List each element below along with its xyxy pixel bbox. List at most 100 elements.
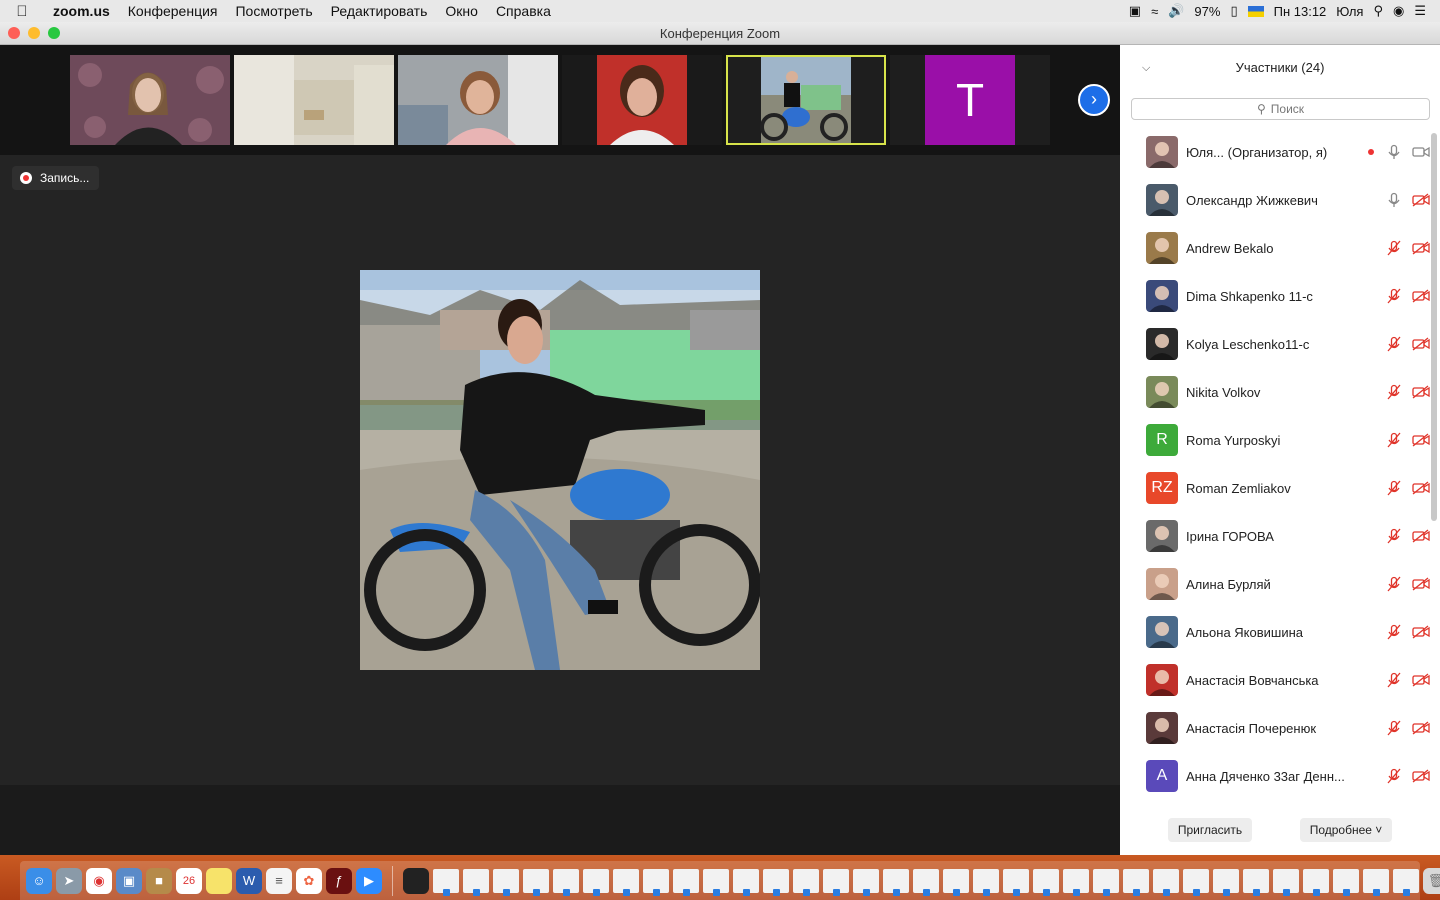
wifi-icon[interactable]: ≈	[1151, 4, 1158, 19]
participant-row[interactable]: Олександр Жижкевич	[1120, 176, 1430, 224]
participant-row[interactable]: Юля... (Организатор, я)	[1120, 128, 1430, 176]
spotlight-search-icon[interactable]: ⚲	[1373, 3, 1383, 19]
menu-conference[interactable]: Конференция	[119, 3, 227, 19]
recording-indicator[interactable]: Запись...	[12, 166, 100, 190]
video-off-icon[interactable]	[1412, 481, 1430, 495]
mic-muted-icon[interactable]	[1386, 240, 1402, 256]
close-window-button[interactable]	[8, 27, 20, 39]
dock-file-icon[interactable]	[1123, 868, 1149, 896]
dock-file-icon[interactable]	[1033, 868, 1059, 896]
clock[interactable]: Пн 13:12	[1274, 4, 1327, 19]
mic-muted-icon[interactable]	[1386, 576, 1402, 592]
mic-muted-icon[interactable]	[1386, 768, 1402, 784]
participant-row[interactable]: Ірина ГОРОВА	[1120, 512, 1430, 560]
launchpad-icon[interactable]: ➤	[56, 867, 82, 894]
zoom-icon[interactable]: ▶	[356, 867, 382, 894]
participant-row[interactable]: Анастасія Почеренюк	[1120, 704, 1430, 752]
battery-icon[interactable]: ▯	[1230, 3, 1237, 19]
video-off-icon[interactable]	[1412, 193, 1430, 207]
video-tile-3[interactable]	[398, 55, 558, 145]
dock-file-icon[interactable]	[463, 868, 489, 896]
word-icon[interactable]: W	[236, 867, 262, 894]
video-tile-1[interactable]	[70, 55, 230, 145]
dock-file-icon[interactable]	[1333, 868, 1359, 896]
dock-file-icon[interactable]	[1393, 868, 1419, 896]
terminal-icon[interactable]	[403, 867, 429, 894]
dock-file-icon[interactable]	[733, 868, 759, 896]
participant-row[interactable]: Алина Бурляй	[1120, 560, 1430, 608]
collapse-chevron-icon[interactable]: ⌵	[1142, 45, 1150, 91]
mic-muted-icon[interactable]	[1386, 288, 1402, 304]
video-off-icon[interactable]	[1412, 529, 1430, 543]
dock-file-icon[interactable]	[553, 868, 579, 896]
menu-edit[interactable]: Редактировать	[322, 3, 437, 19]
video-off-icon[interactable]	[1412, 241, 1430, 255]
participant-list-scrollbar[interactable]	[1431, 133, 1437, 521]
dock-file-icon[interactable]	[1243, 868, 1269, 896]
menu-help[interactable]: Справка	[487, 3, 560, 19]
dock-file-icon[interactable]	[1063, 868, 1089, 896]
preview-icon[interactable]: ▣	[116, 867, 142, 894]
participant-row[interactable]: Nikita Volkov	[1120, 368, 1430, 416]
dock-file-icon[interactable]	[1183, 868, 1209, 896]
mic-icon[interactable]	[1386, 144, 1402, 160]
menu-window[interactable]: Окно	[436, 3, 487, 19]
video-icon[interactable]	[1412, 145, 1430, 159]
dock-file-icon[interactable]	[1273, 868, 1299, 896]
participant-row[interactable]: Анастасія Вовчанська	[1120, 656, 1430, 704]
finder-icon[interactable]: ☺	[26, 867, 52, 894]
dock-file-icon[interactable]	[763, 868, 789, 896]
dock-file-icon[interactable]	[1213, 868, 1239, 896]
participant-row[interactable]: RZ Roman Zemliakov	[1120, 464, 1430, 512]
participant-row[interactable]: А Анна Дяченко 33аг Денн...	[1120, 752, 1430, 800]
dock-file-icon[interactable]	[943, 868, 969, 896]
video-tile-2[interactable]	[234, 55, 394, 145]
dock-file-icon[interactable]	[1003, 868, 1029, 896]
dock-file-icon[interactable]	[1363, 868, 1389, 896]
maximize-window-button[interactable]	[48, 27, 60, 39]
next-page-button[interactable]: ›	[1078, 84, 1110, 116]
dock-file-icon[interactable]	[1153, 868, 1179, 896]
zoom-status-icon[interactable]: ▣	[1129, 3, 1141, 19]
calendar-icon[interactable]: 26	[176, 867, 202, 894]
video-off-icon[interactable]	[1412, 721, 1430, 735]
mic-muted-icon[interactable]	[1386, 432, 1402, 448]
menu-app[interactable]: zoom.us	[44, 3, 119, 19]
participant-row[interactable]: Kolya Leschenko11-c	[1120, 320, 1430, 368]
chrome-icon[interactable]: ◉	[86, 867, 112, 894]
photos-icon[interactable]: ✿	[296, 867, 322, 894]
apple-icon[interactable]: 	[0, 3, 44, 20]
video-off-icon[interactable]	[1412, 337, 1430, 351]
reminders-icon[interactable]: ≡	[266, 867, 292, 894]
volume-icon[interactable]: 🔊	[1168, 3, 1184, 19]
video-tile-4[interactable]	[562, 55, 722, 145]
video-off-icon[interactable]	[1412, 769, 1430, 783]
dock-file-icon[interactable]	[673, 868, 699, 896]
video-off-icon[interactable]	[1412, 385, 1430, 399]
dock-file-icon[interactable]	[913, 868, 939, 896]
video-off-icon[interactable]	[1412, 673, 1430, 687]
video-off-icon[interactable]	[1412, 289, 1430, 303]
dock-file-icon[interactable]	[973, 868, 999, 896]
participant-row[interactable]: Альона Яковишина	[1120, 608, 1430, 656]
participant-row[interactable]: Andrew Bekalo	[1120, 224, 1430, 272]
notification-center-icon[interactable]: ☰	[1414, 3, 1426, 19]
dock-file-icon[interactable]	[643, 868, 669, 896]
dock-file-icon[interactable]	[1093, 868, 1119, 896]
video-tile-6[interactable]: T	[890, 55, 1050, 145]
participant-row[interactable]: Dima Shkapenko 11-c	[1120, 272, 1430, 320]
participant-row[interactable]: R Roma Yurposkyi	[1120, 416, 1430, 464]
dock-file-icon[interactable]	[853, 868, 879, 896]
dock-file-icon[interactable]	[523, 868, 549, 896]
dock-file-icon[interactable]	[493, 868, 519, 896]
mic-muted-icon[interactable]	[1386, 480, 1402, 496]
mic-muted-icon[interactable]	[1386, 624, 1402, 640]
video-off-icon[interactable]	[1412, 625, 1430, 639]
dock-file-icon[interactable]	[883, 868, 909, 896]
mic-icon[interactable]	[1386, 192, 1402, 208]
mic-muted-icon[interactable]	[1386, 336, 1402, 352]
dock-file-icon[interactable]	[613, 868, 639, 896]
contacts-icon[interactable]: ■	[146, 867, 172, 894]
dock-file-icon[interactable]	[433, 868, 459, 896]
menu-view[interactable]: Посмотреть	[226, 3, 321, 19]
